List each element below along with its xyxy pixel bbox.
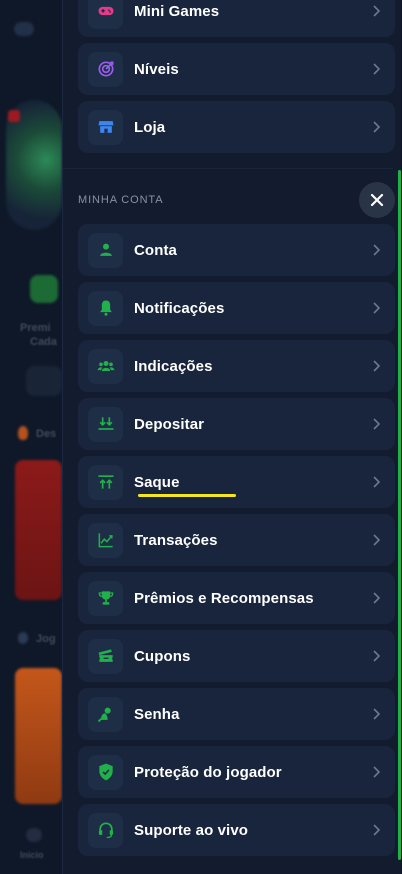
menu-item-loja[interactable]: Loja bbox=[78, 101, 395, 153]
chart-line-icon bbox=[88, 522, 123, 558]
highlight-underline bbox=[138, 494, 236, 497]
chevron-right-icon bbox=[373, 5, 381, 17]
menu-item-label: Transações bbox=[134, 531, 218, 549]
user-icon bbox=[88, 232, 123, 268]
menu-item-label: Proteção do jogador bbox=[134, 763, 282, 781]
chevron-right-icon bbox=[373, 708, 381, 720]
bg-text: Des bbox=[36, 428, 57, 440]
bg-input-blur bbox=[26, 366, 62, 396]
menu-item-depositar[interactable]: Depositar bbox=[78, 398, 395, 450]
bg-text: Premi bbox=[20, 322, 51, 334]
menu-item-label: Níveis bbox=[134, 60, 179, 78]
chevron-right-icon bbox=[373, 360, 381, 372]
menu-item-label: Mini Games bbox=[134, 2, 220, 20]
menu-item-notificacoes[interactable]: Notificações bbox=[78, 282, 395, 334]
trophy-icon bbox=[88, 580, 123, 616]
logo-blur bbox=[14, 22, 34, 36]
menu-item-label: Loja bbox=[134, 118, 166, 136]
chevron-right-icon bbox=[373, 244, 381, 256]
close-icon bbox=[370, 193, 384, 207]
close-button[interactable] bbox=[359, 182, 395, 218]
users-icon bbox=[88, 348, 123, 384]
menu-item-label: Prêmios e Recompensas bbox=[134, 589, 314, 607]
gift-icon bbox=[30, 275, 58, 303]
gamepad-icon bbox=[88, 0, 123, 29]
menu-item-indicacoes[interactable]: Indicações bbox=[78, 340, 395, 392]
scroll-indicator[interactable] bbox=[398, 170, 401, 860]
chevron-right-icon bbox=[373, 476, 381, 488]
menu-item-niveis[interactable]: Níveis bbox=[78, 43, 395, 95]
ticket-icon bbox=[88, 638, 123, 674]
fire-icon bbox=[18, 426, 28, 440]
menu-item-suporte-ao-vivo[interactable]: Suporte ao vivo bbox=[78, 804, 395, 856]
menu-item-cupons[interactable]: Cupons bbox=[78, 630, 395, 682]
menu-item-senha[interactable]: Senha bbox=[78, 688, 395, 740]
game-card-blur bbox=[15, 460, 62, 600]
menu-item-saque[interactable]: Saque bbox=[78, 456, 395, 508]
menu-item-conta[interactable]: Conta bbox=[78, 224, 395, 276]
menu-item-label: Notificações bbox=[134, 299, 225, 317]
section-title-minha-conta: MINHA CONTA bbox=[78, 194, 164, 206]
game-card-blur bbox=[15, 668, 62, 804]
target-icon bbox=[88, 51, 123, 87]
menu-item-label: Indicações bbox=[134, 357, 213, 375]
withdraw-icon bbox=[88, 464, 123, 500]
chevron-right-icon bbox=[373, 534, 381, 546]
menu-item-protecao-do-jogador[interactable]: Proteção do jogador bbox=[78, 746, 395, 798]
menu-item-mini-games[interactable]: Mini Games bbox=[78, 0, 395, 37]
key-icon bbox=[88, 696, 123, 732]
chevron-right-icon bbox=[373, 650, 381, 662]
menu-item-label: Conta bbox=[134, 241, 177, 259]
chevron-right-icon bbox=[373, 824, 381, 836]
menu-item-label: Cupons bbox=[134, 647, 191, 665]
menu-item-transacoes[interactable]: Transações bbox=[78, 514, 395, 566]
background-app: Premi Cada Des Jog Inicio bbox=[0, 0, 62, 874]
chevron-right-icon bbox=[373, 63, 381, 75]
deposit-icon bbox=[88, 406, 123, 442]
menu-item-premios-e-recompensas[interactable]: Prêmios e Recompensas bbox=[78, 572, 395, 624]
bg-text: Inicio bbox=[20, 850, 44, 860]
home-icon bbox=[26, 828, 42, 842]
chevron-right-icon bbox=[373, 592, 381, 604]
bg-text: Jog bbox=[36, 633, 56, 645]
menu-item-label: Senha bbox=[134, 705, 180, 723]
section-divider bbox=[63, 168, 393, 169]
menu-item-label: Suporte ao vivo bbox=[134, 821, 249, 839]
chevron-right-icon bbox=[373, 302, 381, 314]
store-icon bbox=[88, 109, 123, 145]
bg-icon bbox=[18, 632, 28, 644]
chevron-right-icon bbox=[373, 766, 381, 778]
menu-item-label: Depositar bbox=[134, 415, 205, 433]
chevron-right-icon bbox=[373, 121, 381, 133]
shield-icon bbox=[88, 754, 123, 790]
menu-item-label: Saque bbox=[134, 473, 180, 491]
bell-icon bbox=[88, 290, 123, 326]
bg-text: Cada bbox=[30, 336, 57, 348]
headset-icon bbox=[88, 812, 123, 848]
banner-badge-blur bbox=[8, 110, 20, 122]
side-drawer: Mini Games Níveis Loja MINHA CONTA Conta… bbox=[62, 0, 401, 874]
chevron-right-icon bbox=[373, 418, 381, 430]
